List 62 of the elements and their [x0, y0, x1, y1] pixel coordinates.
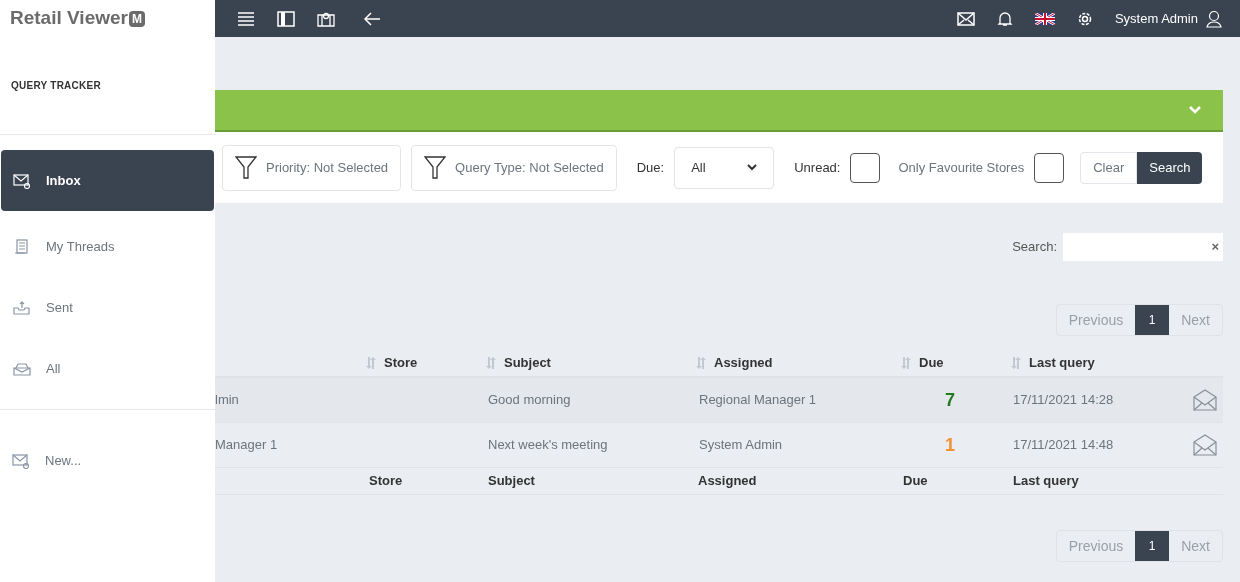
table-cell: lmin — [215, 392, 239, 408]
document-icon — [13, 238, 31, 255]
unread-checkbox[interactable] — [850, 152, 881, 183]
logo-text: Retail Viewer — [10, 6, 128, 31]
sidebar-item[interactable]: New... — [0, 430, 215, 491]
table-cell: 17/11/2021 14:28 — [1013, 392, 1114, 408]
due-select[interactable]: All — [674, 146, 775, 189]
search-button[interactable]: Search — [1137, 151, 1203, 184]
sidebar-title: QUERY TRACKER — [11, 79, 101, 93]
mail-icon — [13, 172, 31, 189]
priority-filter[interactable]: Priority: Not Selected — [222, 144, 402, 191]
table-cell: Good morning — [488, 392, 571, 408]
column-footer: Last query — [1013, 473, 1079, 489]
columns-icon[interactable] — [277, 10, 295, 27]
settings-icon[interactable] — [1076, 10, 1093, 27]
map-icon[interactable] — [317, 10, 335, 27]
column-footer: Assigned — [698, 473, 757, 489]
column-footer: Due — [903, 473, 928, 489]
list-icon[interactable] — [237, 10, 255, 27]
filter-icon — [424, 155, 447, 180]
table-cell: System Admin — [699, 437, 783, 453]
unread-label: Unread: — [794, 158, 841, 177]
favourite-label: Only Favourite Stores — [898, 158, 1025, 177]
mail-icon[interactable] — [956, 11, 975, 26]
logo-badge: M — [128, 10, 145, 27]
mail-icon — [12, 452, 30, 469]
query-type-filter[interactable]: Query Type: Not Selected — [411, 144, 617, 191]
table-cell: 17/11/2021 14:48 — [1013, 437, 1114, 453]
tray-icon — [13, 360, 31, 377]
column-footer: Store — [369, 473, 403, 489]
clear-search-button[interactable]: × — [1211, 237, 1219, 257]
chevron-down-icon — [747, 164, 758, 171]
sidebar-item[interactable]: All — [1, 338, 214, 399]
outbox-icon — [13, 299, 31, 316]
envelope-icon[interactable] — [1193, 389, 1217, 411]
back-arrow-icon[interactable] — [363, 10, 381, 27]
column-header[interactable]: Last query — [1029, 353, 1095, 373]
due-count: 7 — [945, 388, 955, 412]
sidebar-item[interactable]: Inbox — [1, 150, 214, 211]
table-cell: Manager 1 — [215, 437, 278, 453]
column-header[interactable]: Assigned — [714, 353, 773, 373]
filter-icon — [235, 155, 257, 180]
column-header[interactable]: Subject — [504, 353, 551, 373]
search-label: Search: — [1012, 238, 1057, 257]
search-field[interactable]: × — [1063, 233, 1223, 261]
flag-icon[interactable] — [1034, 12, 1055, 25]
due-label: Due: — [636, 158, 665, 177]
sidebar-item[interactable]: Sent — [1, 277, 214, 338]
favourite-checkbox[interactable] — [1034, 152, 1065, 183]
sidebar-item[interactable]: My Threads — [1, 216, 214, 277]
user-icon[interactable] — [1206, 9, 1222, 28]
envelope-icon[interactable] — [1193, 434, 1217, 456]
column-header[interactable]: Store — [384, 353, 418, 373]
page-button[interactable]: 1 — [1135, 531, 1170, 561]
table-cell: Regional Manager 1 — [699, 392, 817, 408]
bell-icon[interactable] — [996, 10, 1013, 27]
page-button[interactable]: 1 — [1135, 305, 1170, 335]
due-count: 1 — [945, 433, 955, 457]
column-footer: Subject — [488, 473, 535, 489]
table-cell: Next week's meeting — [488, 437, 608, 453]
user-name[interactable]: System Admin — [1114, 8, 1198, 29]
column-header[interactable]: Due — [919, 353, 944, 373]
